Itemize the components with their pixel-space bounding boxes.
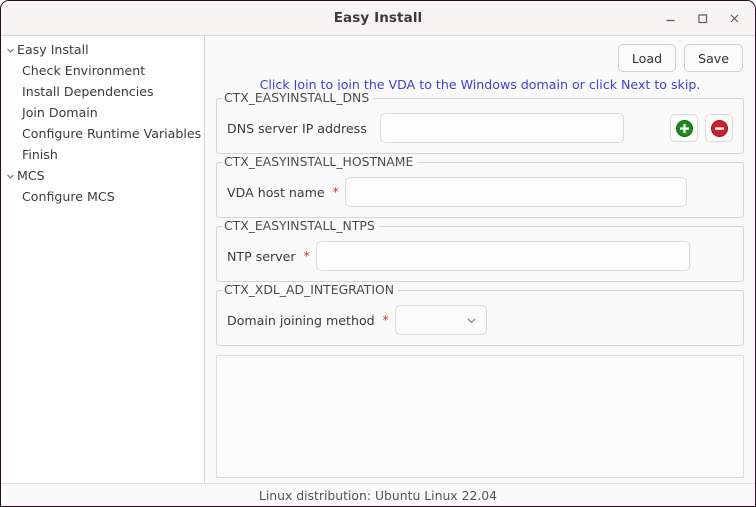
domain-joining-method-select[interactable]	[395, 305, 487, 335]
group-legend: CTX_XDL_AD_INTEGRATION	[223, 282, 398, 297]
minimize-icon	[664, 12, 677, 25]
remove-dns-icon	[710, 119, 729, 138]
sidebar-item-configure-runtime-variables[interactable]: Configure Runtime Variables	[1, 124, 204, 145]
sidebar-item-label: Easy Install	[17, 44, 89, 57]
easy-install-window: Easy Install	[0, 0, 756, 507]
sidebar-item-check-environment[interactable]: Check Environment	[1, 61, 204, 82]
sidebar-item-easy-install[interactable]: Easy Install	[1, 40, 204, 61]
dns-server-input[interactable]	[380, 113, 624, 143]
sidebar-navigation: Easy Install Check Environment Install D…	[1, 36, 205, 483]
group-ctx-easyinstall-hostname: CTX_EASYINSTALL_HOSTNAME VDA host name *	[216, 162, 744, 218]
hostname-field-row: VDA host name *	[227, 177, 733, 207]
required-marker: *	[333, 186, 339, 198]
title-bar: Easy Install	[1, 1, 755, 36]
group-ctx-easyinstall-ntps: CTX_EASYINSTALL_NTPS NTP server *	[216, 226, 744, 282]
load-button[interactable]: Load	[618, 44, 676, 72]
add-dns-icon	[675, 119, 694, 138]
close-button[interactable]	[719, 4, 749, 32]
window-controls	[655, 1, 749, 35]
remove-dns-button[interactable]	[705, 114, 733, 142]
group-legend: CTX_EASYINSTALL_HOSTNAME	[223, 154, 417, 169]
sidebar-item-label: MCS	[17, 170, 45, 183]
status-bar: Linux distribution: Ubuntu Linux 22.04	[1, 483, 755, 506]
domain-joining-method-label: Domain joining method	[227, 313, 375, 328]
ntp-server-label: NTP server	[227, 249, 296, 264]
vda-host-name-label: VDA host name	[227, 185, 325, 200]
sidebar-item-label: Finish	[22, 149, 58, 162]
linux-distribution-status: Linux distribution: Ubuntu Linux 22.04	[259, 488, 497, 503]
toolbar: Load Save	[209, 42, 751, 76]
group-ctx-easyinstall-dns: CTX_EASYINSTALL_DNS DNS server IP addres…	[216, 98, 744, 154]
ntp-field-row: NTP server *	[227, 241, 733, 271]
maximize-button[interactable]	[687, 4, 717, 32]
required-marker: *	[383, 314, 389, 326]
sidebar-item-join-domain[interactable]: Join Domain	[1, 103, 204, 124]
minimize-button[interactable]	[655, 4, 685, 32]
sidebar-item-install-dependencies[interactable]: Install Dependencies	[1, 82, 204, 103]
sidebar-item-label: Join Domain	[22, 107, 98, 120]
group-legend: CTX_EASYINSTALL_NTPS	[223, 218, 379, 233]
settings-form: CTX_EASYINSTALL_DNS DNS server IP addres…	[209, 98, 751, 346]
required-marker: *	[304, 250, 310, 262]
sidebar-item-label: Configure Runtime Variables	[22, 128, 201, 141]
sidebar-item-configure-mcs[interactable]: Configure MCS	[1, 187, 204, 208]
vda-host-name-input[interactable]	[345, 177, 687, 207]
sidebar-item-label: Configure MCS	[22, 191, 115, 204]
close-icon	[728, 12, 741, 25]
output-log-panel	[216, 355, 744, 478]
chevron-down-icon[interactable]	[3, 171, 17, 182]
chevron-down-icon	[465, 314, 478, 327]
dns-field-row: DNS server IP address	[227, 113, 733, 143]
ad-integration-field-row: Domain joining method *	[227, 305, 733, 335]
sidebar-item-finish[interactable]: Finish	[1, 145, 204, 166]
window-body: Easy Install Check Environment Install D…	[1, 36, 755, 483]
maximize-icon	[696, 12, 709, 25]
add-dns-button[interactable]	[670, 114, 698, 142]
sidebar-item-label: Install Dependencies	[22, 86, 154, 99]
window-title: Easy Install	[334, 10, 423, 26]
group-legend: CTX_EASYINSTALL_DNS	[223, 90, 373, 105]
content-panel: Load Save Click Join to join the VDA to …	[205, 36, 755, 483]
sidebar-item-mcs[interactable]: MCS	[1, 166, 204, 187]
sidebar-item-label: Check Environment	[22, 65, 145, 78]
chevron-down-icon[interactable]	[3, 45, 17, 56]
group-ctx-xdl-ad-integration: CTX_XDL_AD_INTEGRATION Domain joining me…	[216, 290, 744, 346]
dns-server-label: DNS server IP address	[227, 121, 367, 136]
ntp-server-input[interactable]	[316, 241, 690, 271]
save-button[interactable]: Save	[684, 44, 743, 72]
